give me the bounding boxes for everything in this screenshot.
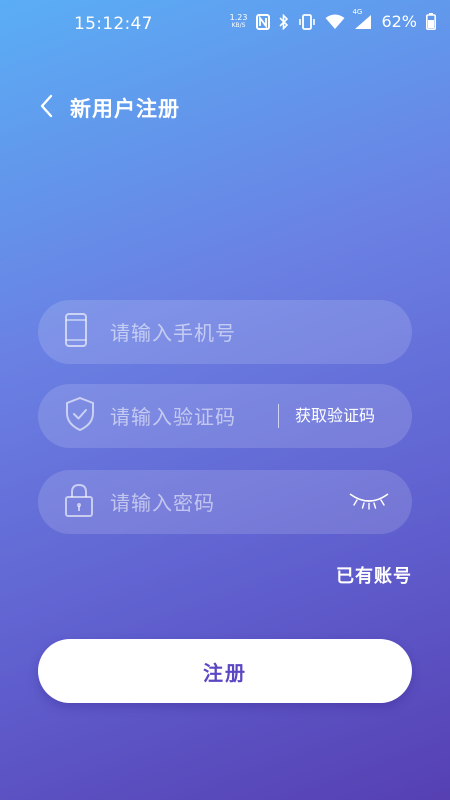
password-field [38, 470, 412, 536]
verification-code-field: 获取验证码 [38, 384, 412, 450]
phone-icon [64, 312, 88, 352]
wifi-icon [325, 14, 345, 30]
verification-code-input[interactable] [108, 384, 292, 450]
status-time: 15:12:47 [74, 14, 153, 34]
page-title: 新用户注册 [70, 97, 180, 121]
status-bar: 15:12:47 1.23 KB/S 4G 62% [0, 0, 450, 50]
back-icon[interactable] [38, 92, 56, 124]
net-speed: 1.23 KB/S [229, 12, 248, 30]
have-account-link[interactable]: 已有账号 [336, 562, 412, 588]
code-divider [278, 404, 279, 428]
net-speed-unit: KB/S [231, 21, 246, 29]
password-input[interactable] [108, 470, 292, 536]
battery-percent: 62% [381, 12, 417, 31]
header: 新用户注册 [38, 92, 180, 124]
status-icons: 1.23 KB/S 4G 62% [229, 8, 436, 31]
lock-icon [64, 482, 94, 522]
phone-field [38, 300, 412, 366]
net-speed-value: 1.23 [229, 12, 248, 22]
battery-icon [426, 13, 436, 30]
get-code-button[interactable]: 获取验证码 [295, 384, 375, 448]
network-type: 4G [352, 7, 363, 16]
register-button[interactable]: 注册 [38, 639, 412, 703]
shield-check-icon [64, 396, 96, 436]
phone-input[interactable] [108, 300, 292, 366]
bluetooth-icon [279, 13, 289, 30]
eye-closed-icon[interactable] [348, 490, 390, 514]
nfc-icon [256, 13, 271, 30]
vibrate-icon [298, 13, 316, 30]
cell-signal-icon: 4G [352, 8, 372, 30]
